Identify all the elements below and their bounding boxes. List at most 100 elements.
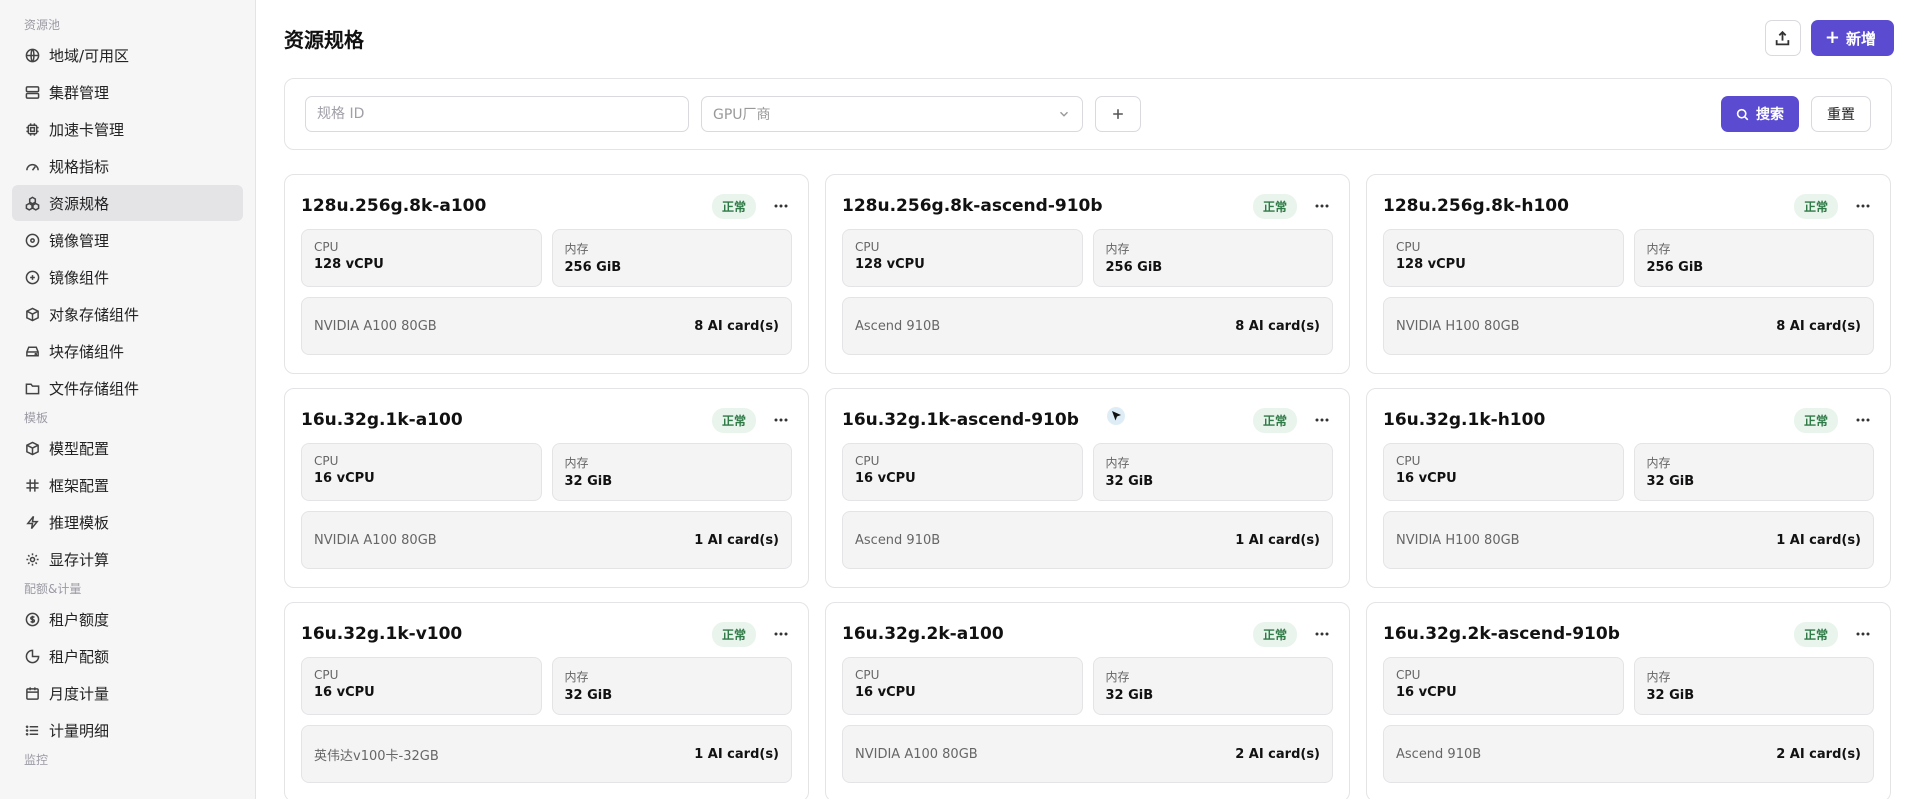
add-new-label: 新增 <box>1845 29 1876 48</box>
page-header: 资源规格 + 新增 <box>284 20 1894 56</box>
sidebar-item-tenant-quota[interactable]: 租户配额 <box>12 638 243 674</box>
ai-card-count: 2 AI card(s) <box>1235 746 1320 762</box>
sidebar-item-inference-template[interactable]: 推理模板 <box>12 504 243 540</box>
ai-card-count: 8 AI card(s) <box>1776 318 1861 334</box>
status-badge: 正常 <box>711 193 756 219</box>
gpu-model: Ascend 910B <box>855 318 941 334</box>
sidebar-item-model-config[interactable]: 模型配置 <box>12 430 243 466</box>
spec-details: CPU 16 vCPU 内存 32 GiB <box>842 443 1333 501</box>
sidebar-item-label: 租户额度 <box>49 610 110 629</box>
more-horizontal-icon <box>1856 632 1870 636</box>
more-horizontal-icon <box>774 418 788 422</box>
sidebar-item-block-storage[interactable]: 块存储组件 <box>12 333 243 369</box>
spec-card[interactable]: 16u.32g.1k-h100 正常 CPU 16 vCPU 内存 32 GiB… <box>1366 388 1891 588</box>
sidebar-item-region[interactable]: 地域/可用区 <box>12 37 243 73</box>
cpu-label: CPU <box>314 454 339 468</box>
sidebar-item-resource-spec[interactable]: 资源规格 <box>12 185 243 221</box>
cpu-label: CPU <box>1396 240 1421 254</box>
cpu-value: 16 vCPU <box>855 685 916 700</box>
card-header: 16u.32g.1k-ascend-910b 正常 <box>842 405 1333 435</box>
gear-icon <box>24 551 40 567</box>
gauge-icon <box>24 158 40 174</box>
memory-label: 内存 <box>1105 242 1130 256</box>
status-badge: 正常 <box>1252 193 1297 219</box>
spec-name: 16u.32g.2k-a100 <box>842 624 1004 644</box>
spec-card[interactable]: 16u.32g.2k-a100 正常 CPU 16 vCPU 内存 32 GiB… <box>825 602 1350 799</box>
cpu-value: 16 vCPU <box>1396 685 1457 700</box>
card-tools: 正常 <box>1252 193 1333 219</box>
more-actions-button[interactable] <box>1311 623 1333 645</box>
sidebar-item-metering-detail[interactable]: 计量明细 <box>12 712 243 748</box>
more-actions-button[interactable] <box>1311 195 1333 217</box>
sidebar-item-label: 租户配额 <box>49 647 110 666</box>
sidebar-item-label: 规格指标 <box>49 157 110 176</box>
more-actions-button[interactable] <box>770 623 792 645</box>
gpu-box: NVIDIA H100 80GB 8 AI card(s) <box>1383 297 1874 355</box>
gpu-box: NVIDIA H100 80GB 1 AI card(s) <box>1383 511 1874 569</box>
more-actions-button[interactable] <box>1311 409 1333 431</box>
ai-card-count: 1 AI card(s) <box>694 746 779 762</box>
memory-label: 内存 <box>1105 670 1130 684</box>
sidebar-item-image-component[interactable]: 镜像组件 <box>12 259 243 295</box>
cpu-box: CPU 128 vCPU <box>1383 229 1624 287</box>
status-badge: 正常 <box>1793 407 1838 433</box>
spec-card[interactable]: 16u.32g.2k-ascend-910b 正常 CPU 16 vCPU 内存… <box>1366 602 1891 799</box>
search-label: 搜索 <box>1756 107 1784 123</box>
gpu-box: Ascend 910B 2 AI card(s) <box>1383 725 1874 783</box>
spec-card[interactable]: 16u.32g.1k-ascend-910b 正常 CPU 16 vCPU 内存… <box>825 388 1350 588</box>
memory-box: 内存 32 GiB <box>1092 443 1333 501</box>
memory-value: 32 GiB <box>1646 474 1695 489</box>
cpu-value: 128 vCPU <box>314 257 384 272</box>
spec-details: CPU 16 vCPU 内存 32 GiB <box>842 657 1333 715</box>
spec-card[interactable]: 128u.256g.8k-a100 正常 CPU 128 vCPU 内存 256… <box>284 174 809 374</box>
sidebar-item-label: 块存储组件 <box>49 342 125 361</box>
more-actions-button[interactable] <box>1852 623 1874 645</box>
sidebar-item-file-storage[interactable]: 文件存储组件 <box>12 370 243 406</box>
sidebar-item-image-mgmt[interactable]: 镜像管理 <box>12 222 243 258</box>
cpu-label: CPU <box>314 240 339 254</box>
spec-name: 128u.256g.8k-a100 <box>301 196 487 216</box>
cpu-label: CPU <box>314 668 339 682</box>
spec-card-grid: 128u.256g.8k-a100 正常 CPU 128 vCPU 内存 256… <box>284 174 1892 799</box>
box-icon <box>24 306 40 322</box>
card-header: 16u.32g.1k-h100 正常 <box>1383 405 1874 435</box>
sidebar-item-vram-calc[interactable]: 显存计算 <box>12 541 243 577</box>
chevron-down-icon <box>1057 107 1071 121</box>
more-actions-button[interactable] <box>1852 409 1874 431</box>
cpu-box: CPU 128 vCPU <box>301 229 542 287</box>
spec-card[interactable]: 16u.32g.1k-a100 正常 CPU 16 vCPU 内存 32 GiB… <box>284 388 809 588</box>
memory-box: 内存 32 GiB <box>1092 657 1333 715</box>
cpu-label: CPU <box>1396 668 1421 682</box>
add-filter-button[interactable] <box>1095 96 1141 132</box>
spec-card[interactable]: 128u.256g.8k-h100 正常 CPU 128 vCPU 内存 256… <box>1366 174 1891 374</box>
sidebar-item-object-storage[interactable]: 对象存储组件 <box>12 296 243 332</box>
more-horizontal-icon <box>1315 632 1329 636</box>
sidebar-item-label: 镜像组件 <box>49 268 110 287</box>
sidebar-item-monthly-metering[interactable]: 月度计量 <box>12 675 243 711</box>
card-header: 16u.32g.2k-a100 正常 <box>842 619 1333 649</box>
gpu-vendor-select[interactable]: GPU厂商 <box>701 96 1083 132</box>
sidebar-item-cluster[interactable]: 集群管理 <box>12 74 243 110</box>
sidebar-item-accelerator[interactable]: 加速卡管理 <box>12 111 243 147</box>
spec-name: 16u.32g.1k-v100 <box>301 624 463 644</box>
sidebar-item-framework-config[interactable]: 框架配置 <box>12 467 243 503</box>
sidebar-item-tenant-limit[interactable]: 租户额度 <box>12 601 243 637</box>
spec-id-input[interactable] <box>305 96 689 132</box>
plus-icon <box>1111 107 1125 121</box>
search-button[interactable]: 搜索 <box>1721 96 1799 132</box>
spec-card[interactable]: 16u.32g.1k-v100 正常 CPU 16 vCPU 内存 32 GiB… <box>284 602 809 799</box>
cpu-box: CPU 16 vCPU <box>1383 657 1624 715</box>
cpu-box: CPU 128 vCPU <box>842 229 1083 287</box>
memory-box: 内存 32 GiB <box>551 443 792 501</box>
main-content: 资源规格 + 新增 GPU厂商 <box>256 0 1920 799</box>
add-new-button[interactable]: + 新增 <box>1810 20 1894 56</box>
cpu-box: CPU 16 vCPU <box>1383 443 1624 501</box>
more-actions-button[interactable] <box>770 195 792 217</box>
spec-card[interactable]: 128u.256g.8k-ascend-910b 正常 CPU 128 vCPU… <box>825 174 1350 374</box>
more-actions-button[interactable] <box>1852 195 1874 217</box>
more-actions-button[interactable] <box>770 409 792 431</box>
sidebar-item-spec-metrics[interactable]: 规格指标 <box>12 148 243 184</box>
export-button[interactable] <box>1764 20 1801 56</box>
reset-button[interactable]: 重置 <box>1811 96 1871 132</box>
cpu-box: CPU 16 vCPU <box>842 443 1083 501</box>
